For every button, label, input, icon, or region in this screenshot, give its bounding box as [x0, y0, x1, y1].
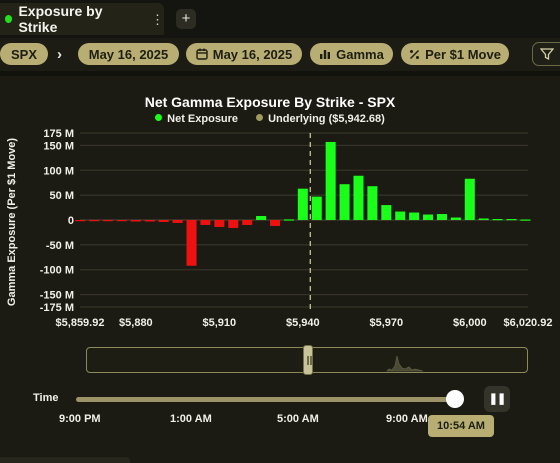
funnel-icon: [540, 48, 554, 61]
time-tick: 9:00 PM: [59, 413, 101, 425]
expiration-label: May 16, 2025: [88, 46, 169, 62]
mode-label: Per $1 Move: [425, 46, 501, 62]
time-tick: 9:00 AM: [386, 413, 428, 425]
legend-swatch-icon: [256, 114, 264, 121]
legend-item-underlying[interactable]: Underlying ($5,942.68): [256, 113, 385, 125]
chart-legend: Net Exposure Underlying ($5,942.68): [0, 113, 540, 125]
legend-label: Underlying ($5,942.68): [268, 113, 385, 125]
time-label: Time: [33, 392, 59, 404]
legend-label: Net Exposure: [167, 113, 239, 125]
chart-panel: [0, 76, 560, 463]
status-dot-icon: [5, 15, 13, 23]
navigator-handle[interactable]: [303, 345, 313, 375]
more-vertical-icon[interactable]: ⋮: [151, 13, 164, 26]
time-slider-knob[interactable]: [446, 390, 465, 408]
greek-selector[interactable]: Gamma: [310, 43, 393, 65]
tab-bar: Exposure by Strike ⋮ +: [0, 0, 560, 38]
greek-label: Gamma: [336, 46, 384, 62]
y-axis-title: Gamma Exposure (Per $1 Move): [6, 137, 18, 307]
filter-bar: SPX › May 16, 2025 May 16, 2025 Gamma Pe…: [0, 38, 560, 76]
date-selector[interactable]: May 16, 2025: [186, 43, 302, 65]
time-slider-track[interactable]: [76, 397, 462, 402]
percent-icon: [410, 49, 420, 59]
bar-chart-icon: [320, 50, 331, 59]
tab-exposure-by-strike[interactable]: Exposure by Strike ⋮: [0, 3, 164, 35]
pause-button[interactable]: ❚❚: [484, 386, 510, 412]
current-time-tooltip: 10:54 AM: [428, 415, 494, 437]
tab-title: Exposure by Strike: [18, 3, 103, 35]
bottom-panel-edge: [0, 457, 130, 463]
time-tick: 1:00 AM: [170, 413, 212, 425]
pause-icon: ❚❚: [488, 393, 506, 405]
legend-swatch-icon: [155, 114, 163, 121]
symbol-selector[interactable]: SPX: [0, 43, 48, 65]
symbol-label: SPX: [10, 46, 37, 62]
mode-selector[interactable]: Per $1 Move: [401, 43, 509, 65]
time-tick: 5:00 AM: [277, 413, 319, 425]
date-label: May 16, 2025: [212, 46, 293, 62]
add-tab-button[interactable]: +: [176, 9, 196, 29]
chart-title: Net Gamma Exposure By Strike - SPX: [144, 94, 396, 110]
legend-item-net-exposure[interactable]: Net Exposure: [155, 113, 238, 125]
calendar-icon: [196, 48, 208, 60]
filter-button[interactable]: [532, 42, 560, 66]
chevron-right-icon: ›: [57, 46, 62, 63]
expiration-selector[interactable]: May 16, 2025: [78, 43, 179, 65]
